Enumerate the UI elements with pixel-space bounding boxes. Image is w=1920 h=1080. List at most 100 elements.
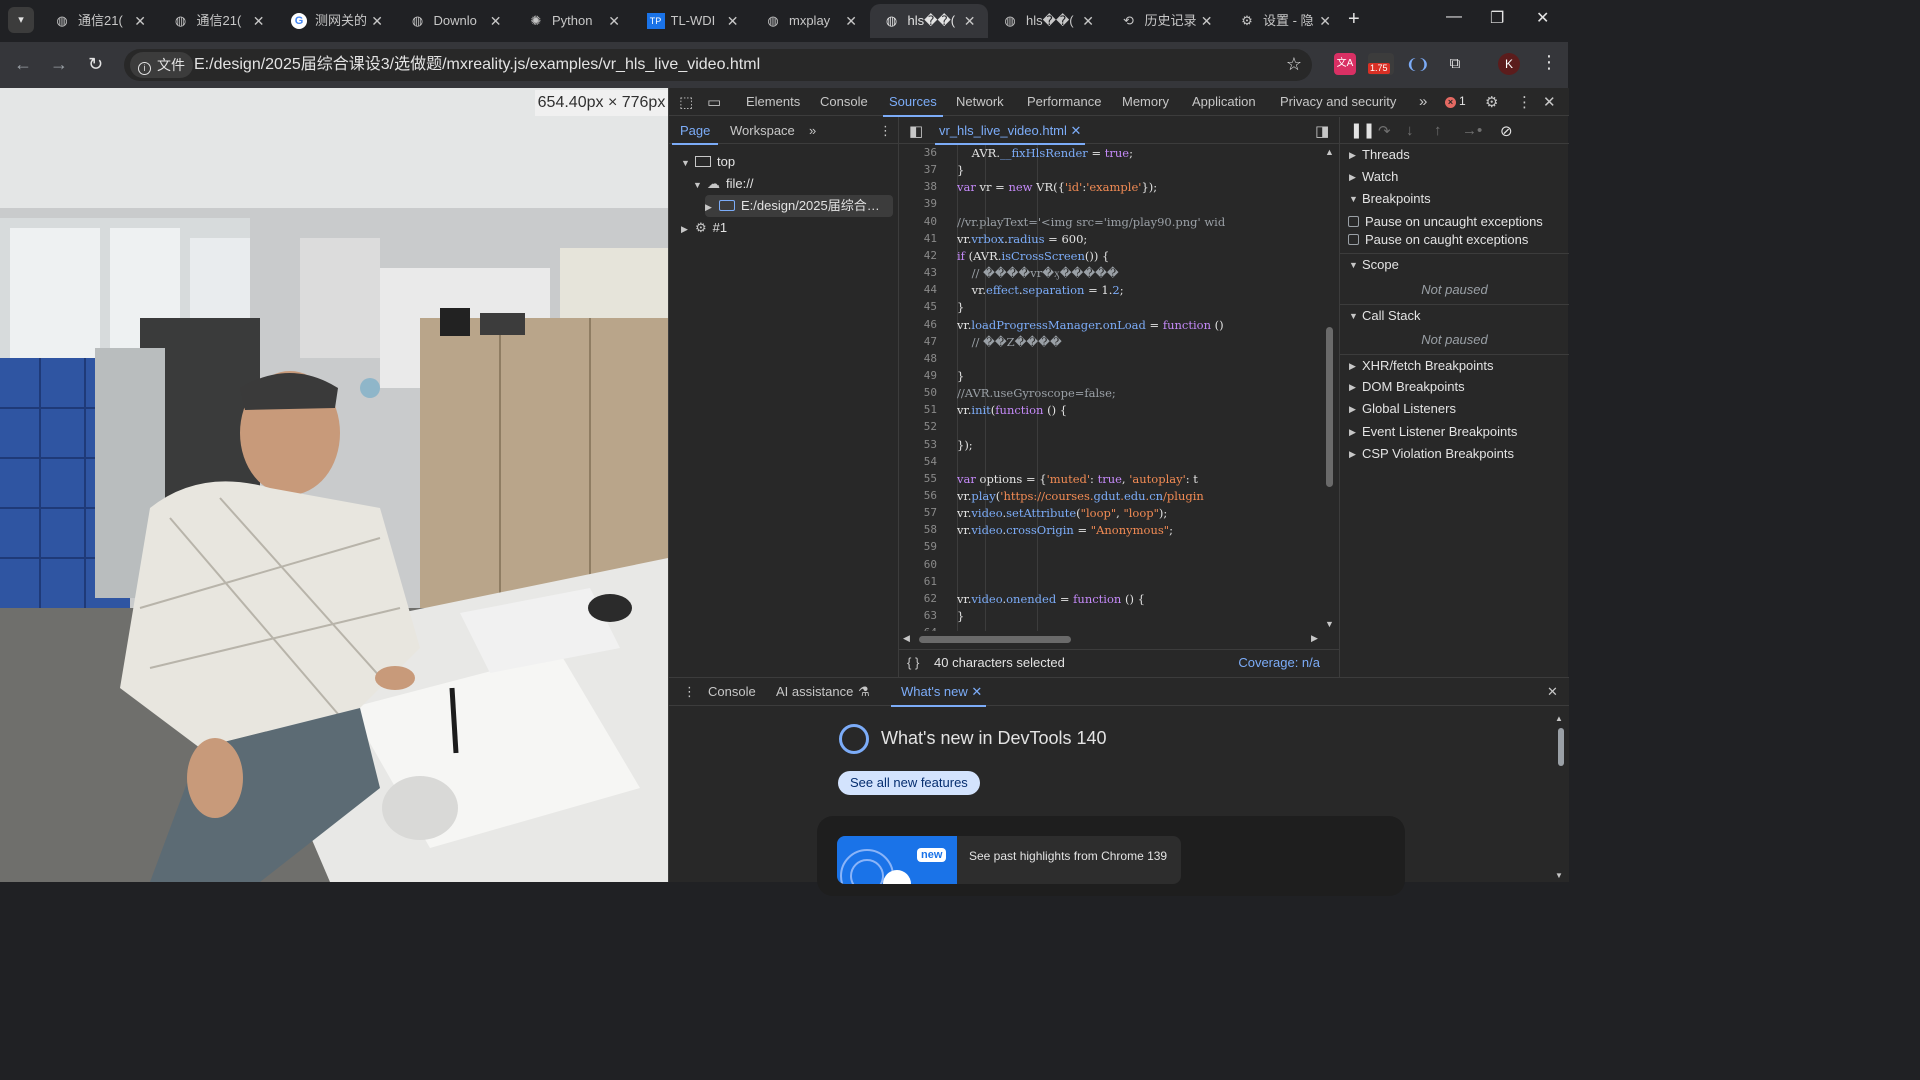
devtools-menu-icon[interactable]: ⋮ [1517, 93, 1532, 111]
drawer-tab-whats-new[interactable]: What's new ✕ [890, 678, 987, 707]
line-number[interactable]: 39 [907, 197, 937, 210]
code-line[interactable]: vr.effect.separation = 1.2; [957, 282, 1124, 299]
line-number[interactable]: 55 [907, 472, 937, 485]
code-line[interactable]: vr.video.crossOrigin = "Anonymous"; [957, 522, 1173, 539]
section-event-listener-breakpoints[interactable]: ▶ Event Listener Breakpoints [1340, 421, 1569, 443]
line-number[interactable]: 47 [907, 335, 937, 348]
scroll-up-arrow-icon[interactable]: ▲ [1325, 147, 1334, 157]
browser-tab[interactable]: ◍ 通信21(✕ [159, 4, 277, 38]
browser-tab[interactable]: ◍ mxplay ✕ [751, 4, 869, 38]
line-number[interactable]: 40 [907, 215, 937, 228]
navigator-more-icon[interactable]: » [809, 117, 816, 144]
drawer-scroll-down-icon[interactable]: ▼ [1555, 871, 1563, 880]
browser-tab[interactable]: ◍ Downlo ✕ [396, 4, 514, 38]
drawer-scrollbar[interactable] [1558, 728, 1564, 766]
browser-tab[interactable]: ✺ Python ✕ [514, 4, 632, 38]
address-bar[interactable]: i 文件 E:/design/2025届综合课设3/选做题/mxreality.j… [124, 49, 1312, 81]
code-line[interactable]: var vr = new VR({'id':'example'}); [957, 179, 1157, 196]
code-line[interactable]: //AVR.useGyroscope=false; [957, 385, 1116, 402]
line-number[interactable]: 60 [907, 558, 937, 571]
line-number[interactable]: 56 [907, 489, 937, 502]
code-line[interactable]: if (AVR.isCrossScreen()) { [957, 248, 1109, 265]
line-number[interactable]: 49 [907, 369, 937, 382]
line-number[interactable]: 59 [907, 540, 937, 553]
scroll-down-arrow-icon[interactable]: ▼ [1325, 619, 1334, 629]
toggle-navigator-icon[interactable]: ◧ [909, 122, 923, 140]
editor-vertical-scrollbar[interactable] [1326, 327, 1333, 487]
speed-extension-icon[interactable]: 1.75 [1368, 53, 1394, 75]
line-number[interactable]: 36 [907, 146, 937, 159]
line-number[interactable]: 64 [907, 626, 937, 631]
browser-tab[interactable]: G 测网关的 ✕ [277, 4, 395, 38]
step-out-icon[interactable]: ↑ [1434, 122, 1442, 139]
line-number[interactable]: 42 [907, 249, 937, 262]
browser-tab[interactable]: ⟲ 历史记录 ✕ [1107, 4, 1225, 38]
section-call-stack[interactable]: ▼ Call Stack [1340, 304, 1569, 326]
code-line[interactable]: vr.video.setAttribute("loop", "loop"); [957, 505, 1167, 522]
line-number[interactable]: 45 [907, 300, 937, 313]
minimize-button[interactable]: — [1446, 8, 1462, 26]
line-number[interactable]: 63 [907, 609, 937, 622]
tree-node-worker[interactable]: ▶ ⚙ #1 [681, 217, 891, 239]
line-number[interactable]: 54 [907, 455, 937, 468]
section-dom-breakpoints[interactable]: ▶ DOM Breakpoints [1340, 376, 1569, 398]
editor-horizontal-scrollbar[interactable] [919, 636, 1071, 643]
browser-menu-icon[interactable]: ⋮ [1540, 52, 1558, 73]
tab-close-icon[interactable]: ✕ [1201, 4, 1213, 38]
tab-memory[interactable]: Memory [1122, 88, 1169, 116]
inspect-element-icon[interactable]: ⬚ [679, 93, 693, 111]
close-tab-icon[interactable]: ✕ [971, 684, 982, 699]
section-xhr-breakpoints[interactable]: ▶ XHR/fetch Breakpoints [1340, 354, 1569, 376]
code-line[interactable]: vr.video.onended = function () { [957, 591, 1145, 608]
scroll-left-arrow-icon[interactable]: ◀ [903, 633, 910, 644]
url-text[interactable]: E:/design/2025届综合课设3/选做题/mxreality.js/ex… [194, 49, 760, 81]
tree-node-top[interactable]: ▼ top [681, 151, 891, 173]
scroll-right-arrow-icon[interactable]: ▶ [1311, 633, 1318, 644]
site-info-chip[interactable]: i 文件 [130, 52, 193, 78]
line-number[interactable]: 46 [907, 318, 937, 331]
drawer-scroll-up-icon[interactable]: ▲ [1555, 714, 1563, 723]
line-number[interactable]: 62 [907, 592, 937, 605]
line-number[interactable]: 48 [907, 352, 937, 365]
code-line[interactable]: var options = {'muted': true, 'autoplay'… [957, 471, 1198, 488]
code-line[interactable]: } [957, 608, 964, 625]
tab-elements[interactable]: Elements [746, 88, 800, 116]
code-line[interactable]: } [957, 162, 964, 179]
line-number[interactable]: 51 [907, 403, 937, 416]
tab-privacy-security[interactable]: Privacy and security [1280, 88, 1396, 116]
line-number[interactable]: 53 [907, 438, 937, 451]
pause-caught-checkbox[interactable]: Pause on caught exceptions [1348, 231, 1528, 249]
line-number[interactable]: 37 [907, 163, 937, 176]
tab-sources[interactable]: Sources [883, 88, 943, 117]
code-line[interactable]: vr.init(function () { [957, 402, 1067, 419]
line-number[interactable]: 43 [907, 266, 937, 279]
toggle-debugger-icon[interactable]: ◨ [1315, 122, 1329, 140]
code-line[interactable]: vr.vrbox.radius = 600; [957, 231, 1087, 248]
code-line[interactable]: // ��Z���� [957, 334, 1062, 351]
back-button[interactable]: ← [14, 54, 32, 75]
step-icon[interactable]: →• [1462, 122, 1482, 139]
more-tabs-icon[interactable]: » [1419, 93, 1427, 110]
section-global-listeners[interactable]: ▶ Global Listeners [1340, 398, 1569, 420]
new-tab-button[interactable]: + [1348, 8, 1360, 31]
pause-uncaught-checkbox[interactable]: Pause on uncaught exceptions [1348, 213, 1543, 231]
pause-icon[interactable]: ❚❚ [1350, 121, 1375, 139]
error-count-badge[interactable]: × 1 [1445, 94, 1466, 108]
drawer-tab-ai-assistance[interactable]: AI assistance [776, 678, 853, 706]
close-drawer-icon[interactable]: ✕ [1547, 678, 1558, 706]
line-number[interactable]: 44 [907, 283, 937, 296]
close-window-button[interactable]: ✕ [1536, 8, 1549, 28]
tab-close-icon[interactable]: ✕ [1319, 4, 1331, 38]
coverage-status[interactable]: Coverage: n/a [1238, 650, 1320, 676]
past-highlights-link[interactable]: new See past highlights from Chrome 139 [837, 836, 1181, 884]
navigator-menu-icon[interactable]: ⋮ [879, 117, 892, 144]
code-line[interactable]: AVR.__fixHlsRender = true; [957, 145, 1133, 162]
tab-close-icon[interactable]: ✕ [490, 4, 502, 38]
browser-tab[interactable]: ◍ hls��(✕ [988, 4, 1106, 38]
line-number[interactable]: 61 [907, 575, 937, 588]
code-line[interactable]: } [957, 368, 964, 385]
close-file-tab-icon[interactable]: ✕ [1071, 123, 1082, 138]
audio-extension-icon[interactable]: ❨❩ [1406, 53, 1429, 75]
browser-tab[interactable]: TP TL-WDI ✕ [633, 4, 751, 38]
line-number[interactable]: 57 [907, 506, 937, 519]
